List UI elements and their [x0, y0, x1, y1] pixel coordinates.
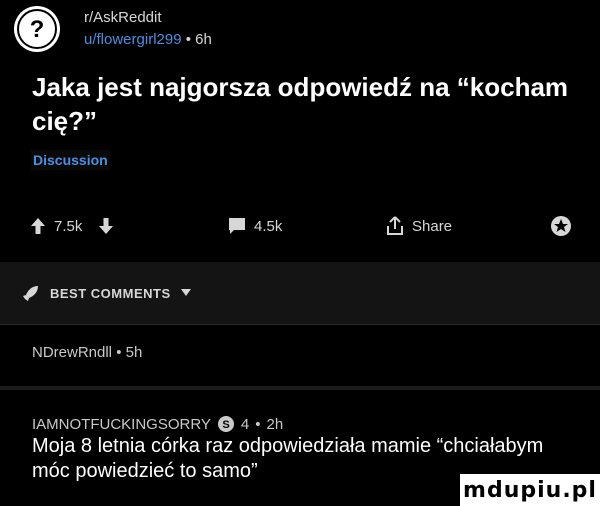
- post-age: 6h: [195, 31, 212, 48]
- svg-text:S: S: [222, 419, 229, 431]
- comments-button[interactable]: 4.5k: [228, 212, 282, 240]
- award-count: 4: [240, 415, 250, 433]
- post-meta: r/AskReddit u/flowergirl299 • 6h: [84, 7, 212, 51]
- flair-badge[interactable]: Discussion: [31, 150, 110, 170]
- divider: [0, 386, 600, 390]
- chevron-down-icon: [180, 289, 191, 297]
- separator: •: [185, 31, 191, 48]
- share-label: Share: [412, 217, 453, 235]
- vote-count: 7.5k: [54, 217, 83, 235]
- comment-count: 4.5k: [254, 217, 283, 235]
- post-header: ? r/AskReddit u/flowergirl299 • 6h: [14, 4, 212, 54]
- silver-award-icon: S: [217, 415, 235, 433]
- sort-label-group: BEST COMMENTS: [14, 284, 191, 302]
- share-icon: [386, 216, 404, 236]
- comment-author[interactable]: IAMNOTFUCKINGSORRY: [32, 416, 211, 433]
- sort-label: BEST COMMENTS: [50, 285, 171, 301]
- share-button[interactable]: Share: [386, 212, 452, 240]
- separator: •: [255, 415, 261, 433]
- comment-icon: [228, 217, 246, 235]
- comment-author[interactable]: NDrewRndll: [32, 344, 112, 361]
- comment-age: 5h: [125, 344, 143, 361]
- rocket-icon: [22, 284, 40, 302]
- comment-meta: NDrewRndll • 5h: [32, 344, 142, 361]
- comment-meta: IAMNOTFUCKINGSORRY S 4 • 2h: [32, 415, 283, 433]
- username-link[interactable]: u/flowergirl299: [84, 31, 182, 48]
- divider: [0, 324, 600, 325]
- watermark: mdupiu.pl: [460, 474, 600, 506]
- post-title: Jaka jest najgorsza odpowiedź na “kocham…: [32, 72, 569, 136]
- upvote-icon[interactable]: [30, 217, 46, 235]
- avatar[interactable]: ?: [14, 6, 60, 52]
- separator: •: [116, 344, 122, 361]
- comment-age: 2h: [266, 415, 284, 433]
- post-byline: u/flowergirl299 • 6h: [84, 29, 212, 51]
- downvote-icon[interactable]: [98, 217, 114, 235]
- subreddit-link[interactable]: r/AskReddit: [84, 7, 212, 29]
- question-mark-icon: ?: [17, 9, 57, 49]
- action-bar: 7.5k 4.5k Share: [30, 212, 576, 240]
- sort-comments-bar[interactable]: BEST COMMENTS: [0, 262, 600, 324]
- award-icon: [550, 215, 572, 237]
- svg-text:?: ?: [30, 16, 45, 43]
- vote-group: 7.5k: [30, 212, 114, 240]
- award-button[interactable]: [550, 212, 572, 240]
